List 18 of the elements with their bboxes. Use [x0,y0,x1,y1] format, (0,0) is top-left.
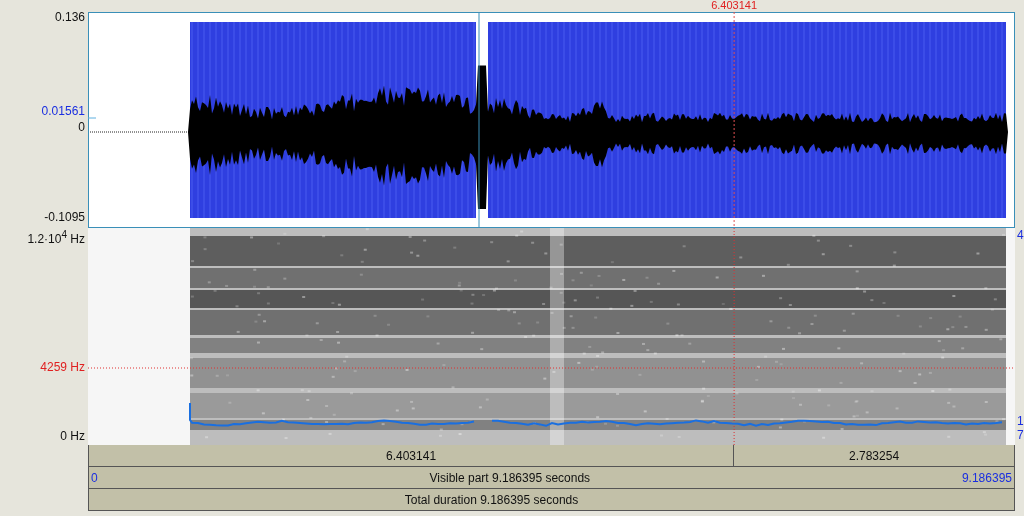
axis-label: -0.1095 [44,210,85,224]
selection-segment[interactable]: 6.403141 [88,445,735,467]
axis-label: 0 Hz [60,429,85,443]
axis-marker-label: 0.01561 [41,104,85,118]
axis-label: 0.136 [54,10,85,24]
end-time-label: 9.186395 [961,470,1012,485]
visible-part-bar[interactable]: 0 Visible part 9.186395 seconds 9.186395 [88,467,1015,489]
axis-label: 7 [1017,428,1024,442]
start-time-label: 0 [91,470,98,485]
axis-label: 0 [78,120,85,134]
total-duration-bar[interactable]: Total duration 9.186395 seconds [88,489,1015,511]
visible-part-label: Visible part 9.186395 seconds [428,470,592,485]
axis-label: 1 [1017,414,1024,428]
axis-label: 1.2·10$^{4}$ Hz [27,228,85,246]
remaining-segment[interactable]: 2.783254 [734,445,1015,467]
cursor-time-label: 6.403141 [711,0,758,11]
axis-marker-label: 4259 Hz [40,360,85,374]
axis-label: 4 [1017,228,1024,242]
